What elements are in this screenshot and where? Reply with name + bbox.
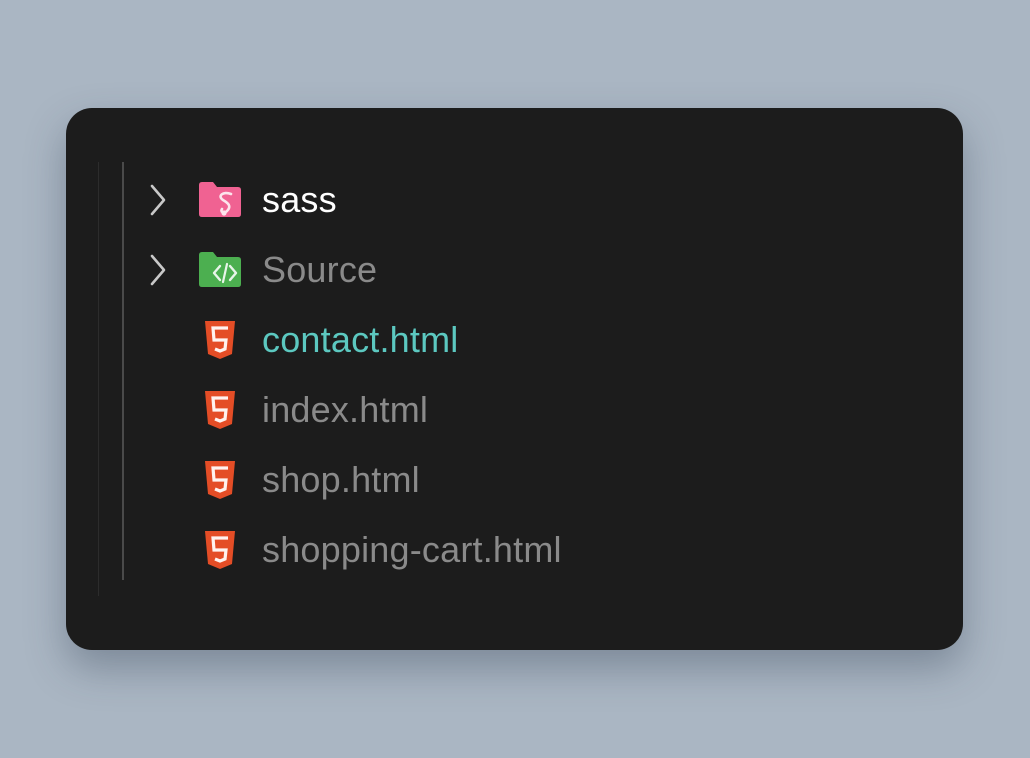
tree-item-contact-html[interactable]: contact.html — [66, 312, 963, 368]
tree-item-index-html[interactable]: index.html — [66, 382, 963, 438]
tree-item-shopping-cart-html[interactable]: shopping-cart.html — [66, 522, 963, 578]
html5-icon — [196, 390, 244, 430]
chevron-right-icon[interactable] — [146, 252, 170, 288]
file-explorer-panel: sass Source contact.html index.html shop… — [66, 108, 963, 650]
tree-item-shop-html[interactable]: shop.html — [66, 452, 963, 508]
html5-icon — [196, 460, 244, 500]
sass-folder-icon — [196, 180, 244, 220]
tree-item-label: sass — [262, 179, 337, 220]
chevron-right-icon[interactable] — [146, 182, 170, 218]
tree-item-label: contact.html — [262, 319, 459, 360]
tree-item-sass[interactable]: sass — [66, 172, 963, 228]
html5-icon — [196, 320, 244, 360]
tree-item-label: index.html — [262, 389, 429, 430]
tree-item-label: shopping-cart.html — [262, 529, 562, 570]
tree-item-label: shop.html — [262, 459, 420, 500]
tree-item-label: Source — [262, 249, 378, 290]
html5-icon — [196, 530, 244, 570]
tree-item-source[interactable]: Source — [66, 242, 963, 298]
source-folder-icon — [196, 250, 244, 290]
